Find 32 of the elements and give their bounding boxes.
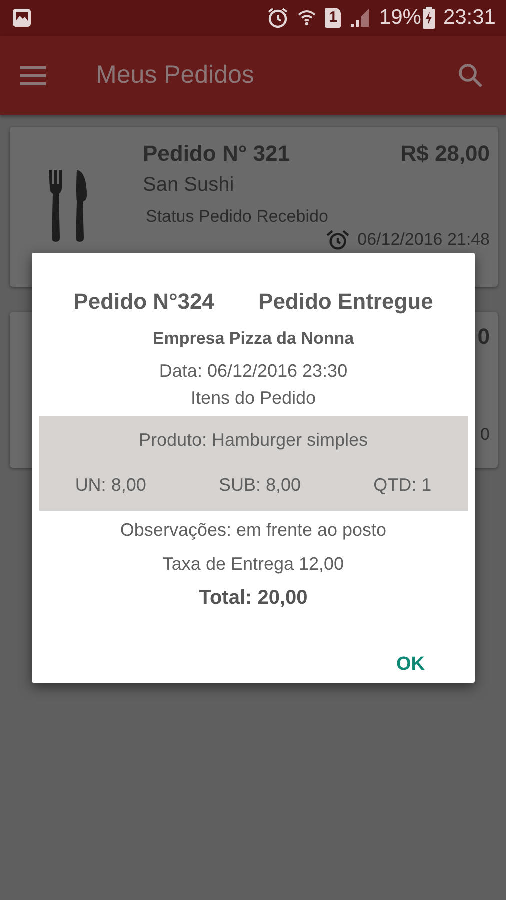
items-heading: Itens do Pedido [190,386,318,410]
dialog-order-number: Pedido N°324 [74,288,215,316]
search-icon[interactable] [458,62,484,88]
order-notes: Observações: em frente ao posto [119,518,388,542]
item-product: Produto: Hamburger simples [138,429,370,452]
item-quantity: QTD: 1 [374,474,432,497]
order-number: Pedido N° 321 [143,140,290,168]
item-unit-price: UN: 8,00 [75,474,146,497]
order-datetime: 06/12/2016 21:48 [358,230,490,250]
order-date: Data: 06/12/2016 23:30 [158,360,349,382]
order-datetime: 0 [480,425,490,446]
dialog-order-status: Pedido Entregue [258,288,434,316]
order-status: Status Pedido Recebido [146,206,330,228]
clock: 23:31 [443,5,496,32]
item-subtotal: SUB: 8,00 [218,474,302,497]
sim-icon: 1 [325,8,342,28]
battery-level: 19% [379,5,422,32]
order-price: R$ 28,00 [400,140,490,168]
alarm-icon [267,7,290,29]
menu-icon[interactable] [20,66,46,86]
order-total: Total: 20,00 [198,586,309,610]
signal-icon [349,8,372,28]
restaurant-name: San Sushi [143,173,236,198]
wifi-icon [297,8,318,28]
company-name: Empresa Pizza da Nonna [152,328,356,350]
screen-title: Meus Pedidos [96,60,254,91]
gallery-icon [12,8,32,28]
order-price: 0 [478,323,490,351]
alarm-icon [326,230,350,250]
ok-button[interactable]: OK [386,646,435,683]
battery-icon[interactable] [423,7,436,29]
delivery-fee: Taxa de Entrega 12,00 [162,552,346,576]
